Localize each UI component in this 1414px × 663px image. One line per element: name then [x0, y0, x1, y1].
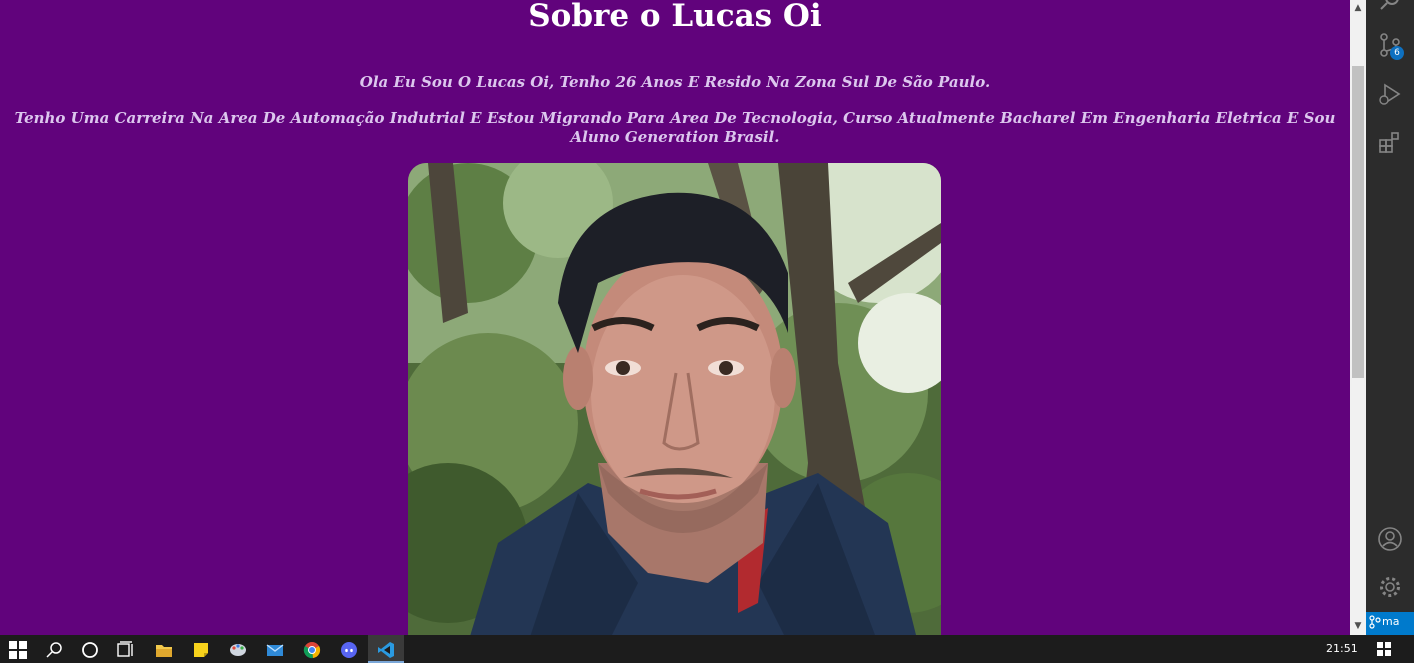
- task-view-icon[interactable]: [108, 635, 144, 663]
- browser-page: Sobre o Lucas Oi Ola Eu Sou O Lucas Oi, …: [0, 0, 1350, 635]
- scroll-thumb[interactable]: [1352, 66, 1364, 378]
- source-control-badge: 6: [1390, 46, 1404, 60]
- discord-icon[interactable]: [331, 635, 367, 663]
- search-icon[interactable]: [36, 635, 72, 663]
- settings-gear-icon[interactable]: [1378, 575, 1402, 599]
- career-text: Tenho Uma Carreira Na Area De Automação …: [14, 109, 1336, 146]
- extensions-icon[interactable]: [1378, 130, 1402, 154]
- cortana-icon[interactable]: [72, 635, 108, 663]
- windows-start-icon[interactable]: [0, 635, 36, 663]
- paint-icon[interactable]: [220, 635, 256, 663]
- taskbar-clock[interactable]: 21:51: [1326, 642, 1358, 655]
- branch-name: ma: [1382, 615, 1400, 628]
- vscode-activity-bar: 6 ma: [1366, 0, 1414, 635]
- status-bar-branch[interactable]: ma: [1366, 612, 1414, 635]
- accounts-icon[interactable]: [1378, 527, 1402, 551]
- page-title: Sobre o Lucas Oi: [528, 0, 822, 34]
- scroll-up-icon[interactable]: ▲: [1350, 0, 1366, 17]
- mail-icon[interactable]: [257, 635, 293, 663]
- intro-text: Ola Eu Sou O Lucas Oi, Tenho 26 Anos E R…: [359, 73, 991, 91]
- vscode-icon[interactable]: [368, 635, 404, 663]
- file-explorer-icon[interactable]: [146, 635, 182, 663]
- scroll-down-icon[interactable]: ▼: [1350, 618, 1366, 635]
- run-debug-icon[interactable]: [1378, 82, 1402, 106]
- sticky-notes-icon[interactable]: [183, 635, 219, 663]
- action-center-icon[interactable]: [1376, 641, 1392, 661]
- branch-icon: [1369, 615, 1381, 635]
- chrome-icon[interactable]: [294, 635, 330, 663]
- profile-photo: [408, 163, 941, 635]
- windows-taskbar: 21:51: [0, 635, 1414, 663]
- page-scrollbar[interactable]: ▲ ▼: [1350, 0, 1366, 635]
- search-icon[interactable]: [1378, 0, 1402, 14]
